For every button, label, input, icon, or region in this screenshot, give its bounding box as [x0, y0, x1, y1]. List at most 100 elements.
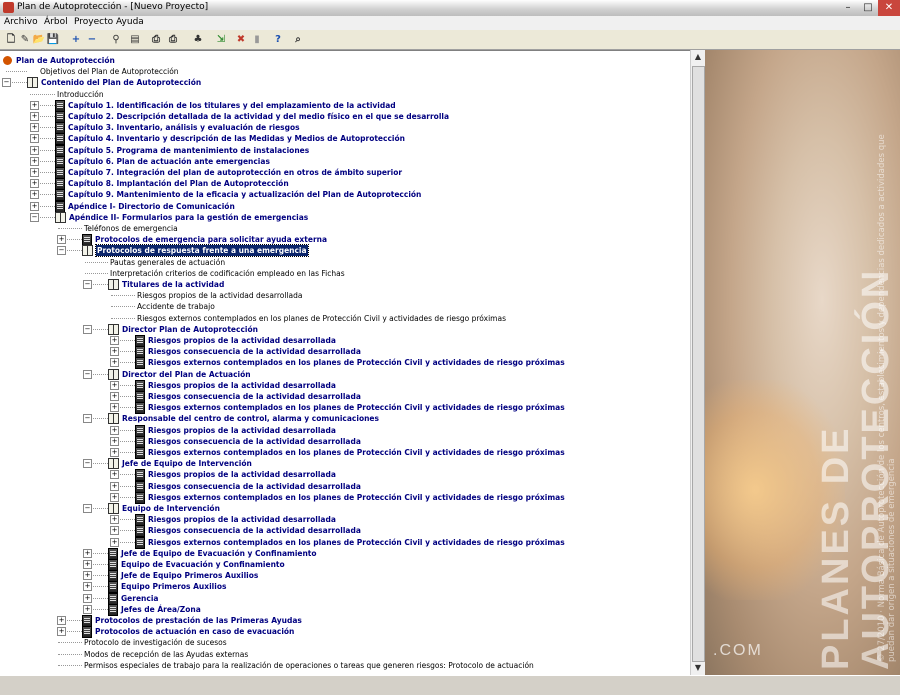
- expand-toggle[interactable]: +: [30, 190, 39, 200]
- open-book-icon: [108, 279, 119, 290]
- close-button[interactable]: ✕: [878, 0, 900, 16]
- tree-node-label: Riesgos externos contemplados en los pla…: [148, 537, 565, 547]
- binoculars-icon[interactable]: ⚲: [108, 32, 124, 48]
- tree-node-label: Contenido del Plan de Autoprotección: [41, 78, 202, 88]
- minimize-button[interactable]: –: [838, 0, 858, 16]
- expand-toggle[interactable]: +: [83, 593, 92, 603]
- scroll-up-arrow-icon[interactable]: ▲: [691, 50, 705, 64]
- tree-node-label: Protocolo de investigación de sucesos: [84, 638, 227, 648]
- tree-connector: [6, 71, 27, 73]
- expand-toggle[interactable]: +: [110, 448, 119, 457]
- expand-toggle[interactable]: +: [110, 380, 119, 390]
- document-folder-icon: [108, 559, 118, 571]
- search-icon[interactable]: ⌕: [290, 32, 306, 48]
- collapse-toggle[interactable]: −: [83, 414, 92, 424]
- tree-node-label: Interpretación criterios de codificación…: [110, 268, 345, 278]
- menu-arbol[interactable]: Árbol: [44, 17, 68, 27]
- expand-toggle[interactable]: +: [30, 100, 39, 110]
- expand-toggle[interactable]: +: [30, 179, 39, 189]
- expand-toggle[interactable]: +: [83, 548, 92, 558]
- expand-toggle[interactable]: +: [110, 481, 119, 491]
- document-folder-icon: [135, 469, 145, 482]
- disabled-icon[interactable]: ▮: [249, 32, 265, 48]
- export-icon[interactable]: ⇲: [213, 32, 229, 48]
- tree-connector: [111, 317, 135, 319]
- tree-icon[interactable]: ♣: [190, 32, 206, 48]
- menu-proyecto[interactable]: Proyecto: [74, 17, 113, 27]
- tree-node-label: Director del Plan de Actuación: [122, 369, 251, 379]
- expand-toggle[interactable]: +: [110, 436, 119, 446]
- tree-node-label: Equipo de Evacuación y Confinamiento: [121, 560, 285, 569]
- expand-toggle[interactable]: +: [110, 403, 119, 413]
- expand-toggle[interactable]: +: [57, 235, 66, 245]
- stop-icon[interactable]: ✖: [233, 32, 249, 48]
- expand-toggle[interactable]: +: [83, 582, 92, 592]
- maximize-button[interactable]: □: [858, 0, 878, 16]
- expand-toggle[interactable]: +: [110, 515, 119, 525]
- expand-toggle[interactable]: +: [83, 560, 92, 569]
- expand-toggle[interactable]: +: [57, 616, 66, 625]
- remove-icon[interactable]: −: [84, 32, 100, 48]
- project-tree[interactable]: Plan de Autoprotección Objetivos del Plan…: [0, 50, 690, 676]
- tree-node-label: Apéndice I- Directorio de Comunicación: [68, 201, 235, 211]
- collapse-toggle[interactable]: −: [83, 369, 92, 379]
- help-icon[interactable]: ?: [270, 32, 286, 48]
- expand-toggle[interactable]: +: [110, 470, 119, 480]
- add-icon[interactable]: +: [68, 32, 84, 48]
- open-book-icon: [108, 413, 119, 425]
- expand-toggle[interactable]: +: [110, 392, 119, 401]
- banner-title-line1: PLANES DE: [815, 425, 857, 670]
- expand-toggle[interactable]: +: [30, 145, 39, 155]
- expand-toggle[interactable]: +: [30, 134, 39, 144]
- collapse-toggle[interactable]: −: [83, 504, 92, 513]
- tree-node-label: Capítulo 5. Programa de mantenimiento de…: [68, 145, 310, 155]
- document-folder-icon: [55, 111, 65, 123]
- menu-archivo[interactable]: Archivo: [4, 17, 38, 27]
- print-icon[interactable]: ⎙: [165, 32, 181, 48]
- page-icon[interactable]: ▤: [127, 32, 143, 48]
- scroll-down-arrow-icon[interactable]: ▼: [691, 661, 705, 675]
- expand-toggle[interactable]: +: [110, 537, 119, 547]
- expand-toggle[interactable]: +: [83, 571, 92, 581]
- document-folder-icon: [135, 424, 145, 437]
- tree-connector: [58, 653, 82, 655]
- collapse-toggle[interactable]: −: [83, 324, 92, 334]
- expand-toggle[interactable]: +: [110, 425, 119, 435]
- expand-toggle[interactable]: +: [110, 526, 119, 536]
- expand-toggle[interactable]: +: [110, 492, 119, 502]
- tree-node-label: Capítulo 6. Plan de actuación ante emerg…: [68, 156, 270, 166]
- expand-toggle[interactable]: +: [110, 347, 119, 357]
- scroll-thumb[interactable]: [692, 66, 705, 662]
- tree-node-label: Gerencia: [121, 593, 159, 603]
- collapse-toggle[interactable]: −: [83, 280, 92, 289]
- expand-toggle[interactable]: +: [30, 168, 39, 177]
- expand-toggle[interactable]: +: [30, 201, 39, 211]
- tree-node-label: Introducción: [57, 89, 104, 99]
- document-folder-icon: [135, 435, 145, 448]
- tree-node-label: Riesgos externos contemplados en los pla…: [148, 492, 565, 502]
- tree-node-label: Permisos especiales de trabajo para la r…: [84, 660, 534, 670]
- collapse-toggle[interactable]: −: [83, 459, 92, 469]
- expand-toggle[interactable]: +: [30, 123, 39, 133]
- collapse-toggle[interactable]: −: [57, 246, 66, 256]
- print-preview-icon[interactable]: ⎙: [148, 32, 164, 48]
- expand-toggle[interactable]: +: [110, 336, 119, 345]
- save-icon[interactable]: 💾: [45, 32, 61, 48]
- open-book-icon: [27, 77, 38, 89]
- open-book-icon: [108, 458, 119, 470]
- app-icon: [3, 2, 14, 13]
- collapse-toggle[interactable]: −: [30, 212, 39, 222]
- document-folder-icon: [55, 122, 65, 135]
- tree-node-label: Riesgos consecuencia de la actividad des…: [148, 347, 361, 357]
- expand-toggle[interactable]: +: [57, 627, 66, 637]
- tree-node-label: Capítulo 7. Integración del plan de auto…: [68, 168, 403, 177]
- vertical-scrollbar[interactable]: ▲ ▼: [690, 50, 705, 675]
- expand-toggle[interactable]: +: [30, 156, 39, 166]
- expand-toggle[interactable]: +: [30, 112, 39, 121]
- tree-connector: [85, 272, 108, 274]
- menu-ayuda[interactable]: Ayuda: [116, 17, 144, 27]
- expand-toggle[interactable]: +: [110, 358, 119, 368]
- collapse-toggle[interactable]: −: [2, 78, 11, 88]
- tree-node-label: Capítulo 8. Implantación del Plan de Aut…: [68, 179, 289, 189]
- expand-toggle[interactable]: +: [83, 604, 92, 614]
